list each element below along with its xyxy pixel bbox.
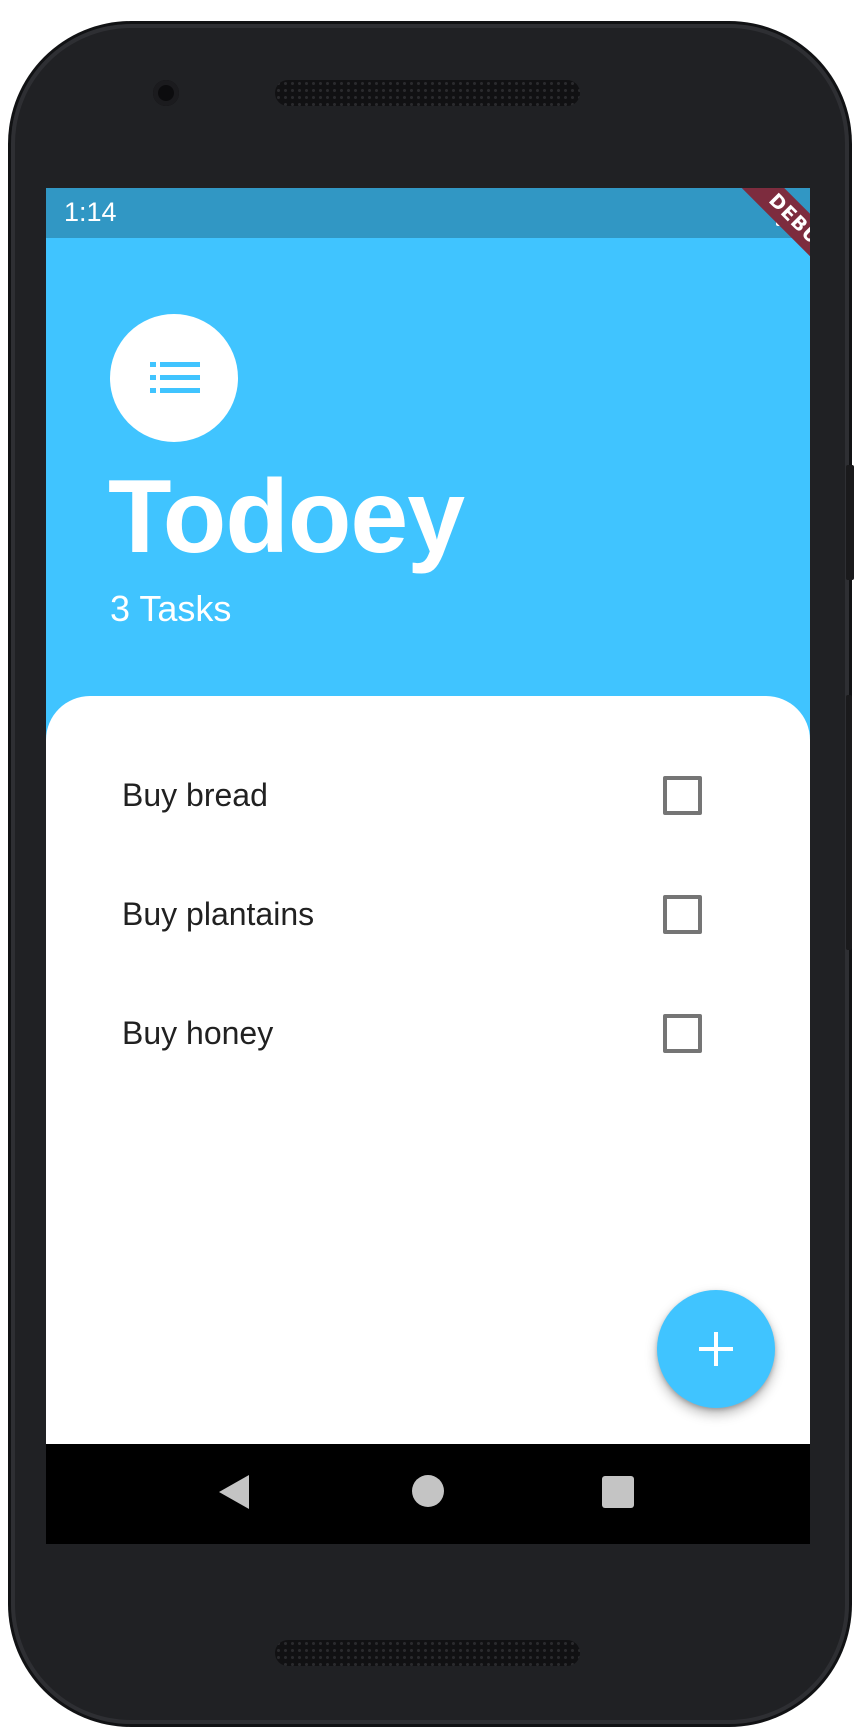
status-bar: 1:14 bbox=[46, 188, 810, 238]
power-button bbox=[846, 465, 854, 580]
task-row-buy-honey[interactable]: Buy honey bbox=[46, 988, 810, 1078]
task-checkbox[interactable] bbox=[663, 1014, 702, 1053]
home-circle-icon[interactable] bbox=[412, 1475, 444, 1507]
recents-square-icon[interactable] bbox=[602, 1476, 634, 1508]
plus-icon bbox=[699, 1332, 733, 1366]
front-camera-icon bbox=[153, 80, 179, 106]
status-time: 1:14 bbox=[64, 197, 117, 227]
list-icon bbox=[150, 362, 200, 394]
navigation-bar bbox=[46, 1444, 810, 1544]
page-title: Todoey bbox=[108, 459, 465, 575]
screen: 1:14 DEBUG Todoey 3 Tasks Buy bread Buy … bbox=[46, 188, 810, 1544]
task-count: 3 Tasks bbox=[110, 588, 232, 629]
task-label: Buy honey bbox=[122, 1015, 274, 1051]
task-row-buy-bread[interactable]: Buy bread bbox=[46, 750, 810, 840]
task-label: Buy plantains bbox=[122, 896, 315, 932]
task-checkbox[interactable] bbox=[663, 776, 702, 815]
add-task-button[interactable] bbox=[657, 1290, 775, 1408]
header-avatar bbox=[110, 314, 238, 442]
task-row-buy-plantains[interactable]: Buy plantains bbox=[46, 869, 810, 959]
volume-button bbox=[846, 695, 852, 950]
task-checkbox[interactable] bbox=[663, 895, 702, 934]
top-speaker bbox=[275, 80, 580, 106]
bottom-speaker bbox=[275, 1640, 580, 1666]
task-label: Buy bread bbox=[122, 777, 268, 813]
back-triangle-icon[interactable] bbox=[219, 1475, 249, 1509]
